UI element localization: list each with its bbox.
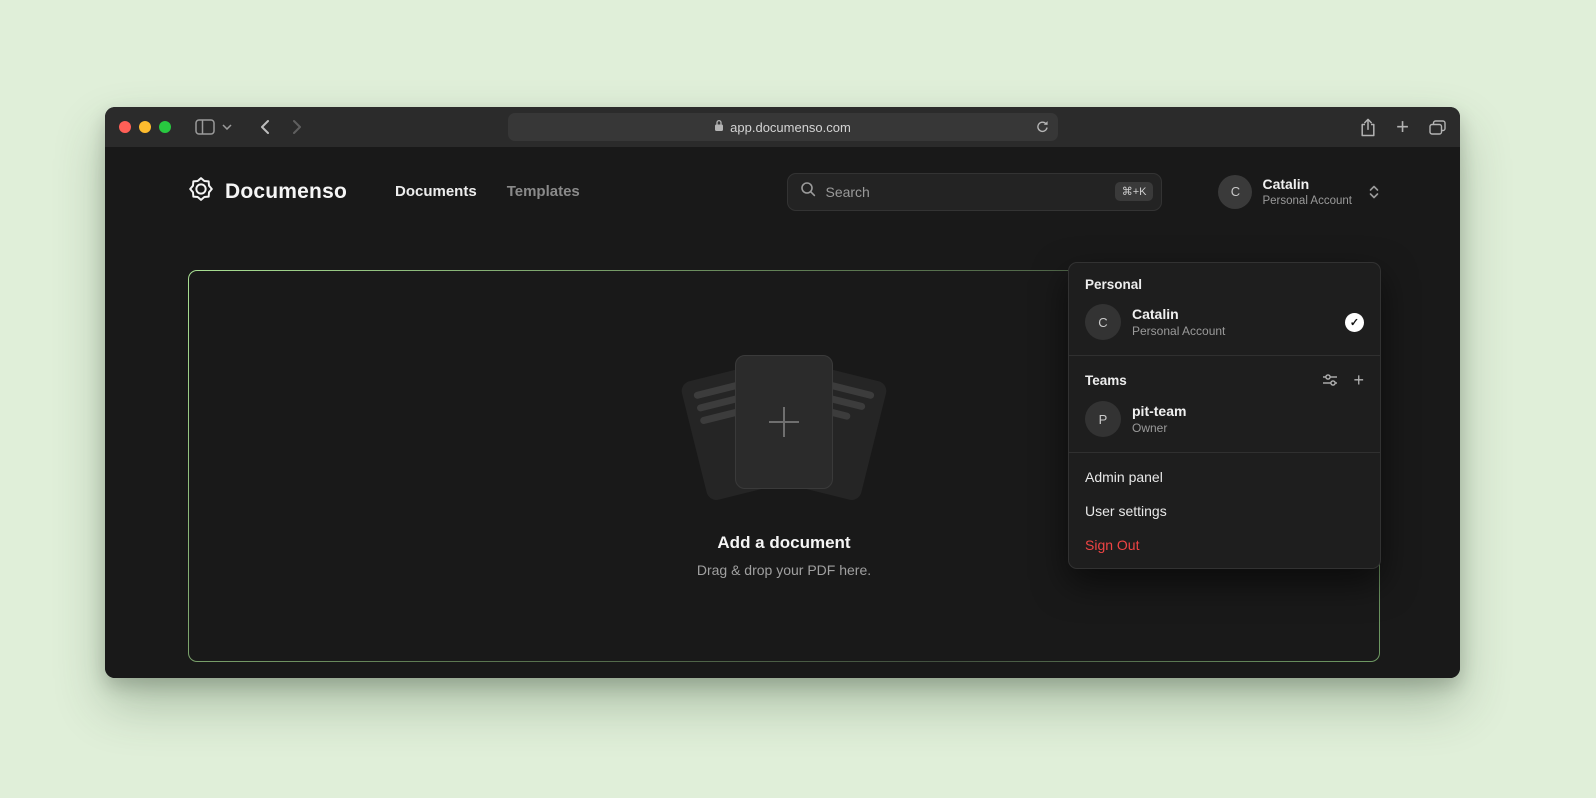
minimize-window-button[interactable] [139,121,151,133]
search-icon [800,181,816,202]
nav-templates[interactable]: Templates [507,183,580,200]
chevron-down-icon[interactable] [222,124,232,130]
zoom-window-button[interactable] [159,121,171,133]
lock-icon [714,119,724,135]
team-text: pit-team Owner [1132,403,1186,436]
documenso-app: Documenso Documents Templates ⌘+K C [105,147,1460,678]
forward-button[interactable] [292,119,302,135]
search-input[interactable] [825,184,1105,200]
team-name: pit-team [1132,403,1186,420]
add-team-icon[interactable]: + [1353,371,1364,389]
sidebar-toggle-icon[interactable] [195,119,215,135]
chevron-up-down-icon [1368,184,1380,200]
menu-item-admin-panel[interactable]: Admin panel [1069,460,1380,494]
search-bar: ⌘+K [787,173,1162,211]
documenso-logo[interactable]: Documenso [188,176,347,207]
menu-divider [1069,452,1380,453]
account-dropdown-menu: Personal C Catalin Personal Account ✓ Te… [1068,262,1381,569]
menu-item-sign-out[interactable]: Sign Out [1069,528,1380,562]
desktop-background: app.documenso.com + [0,0,1596,798]
plus-icon [769,407,799,437]
nav-documents[interactable]: Documents [395,183,477,200]
app-header: Documenso Documents Templates ⌘+K C [188,147,1380,236]
document-card-add [735,355,833,489]
close-window-button[interactable] [119,121,131,133]
check-icon: ✓ [1345,313,1364,332]
team-avatar: P [1085,401,1121,437]
tab-overview-icon[interactable] [1429,120,1446,135]
account-text: Catalin Personal Account [1262,176,1352,207]
avatar: C [1218,175,1252,209]
menu-divider [1069,355,1380,356]
refresh-icon[interactable] [1036,121,1049,134]
personal-account-text: Catalin Personal Account [1132,306,1225,339]
personal-account-name: Catalin [1132,306,1225,323]
browser-window: app.documenso.com + [105,107,1460,678]
main-nav: Documents Templates [395,183,580,200]
personal-section-label: Personal [1069,267,1380,296]
brand-name: Documenso [225,180,347,204]
share-icon[interactable] [1360,118,1376,137]
teams-section-label: Teams [1085,373,1127,388]
window-controls [119,121,171,133]
teams-actions: + [1322,371,1364,389]
browser-titlebar: app.documenso.com + [105,107,1460,147]
search-shortcut-badge: ⌘+K [1115,182,1154,201]
account-name: Catalin [1262,176,1352,193]
team-item[interactable]: P pit-team Owner [1069,393,1380,445]
manage-teams-icon[interactable] [1322,373,1338,387]
address-bar[interactable]: app.documenso.com [508,113,1058,141]
document-cards-illustration [679,355,889,507]
documenso-logo-icon [188,176,214,207]
back-button[interactable] [260,119,270,135]
dropzone-subtitle: Drag & drop your PDF here. [697,562,871,578]
menu-item-user-settings[interactable]: User settings [1069,494,1380,528]
url-text: app.documenso.com [730,120,851,135]
avatar: C [1085,304,1121,340]
new-tab-icon[interactable]: + [1396,116,1409,138]
personal-account-subtitle: Personal Account [1132,324,1225,338]
account-menu-button[interactable]: C Catalin Personal Account [1218,175,1380,209]
account-subtitle: Personal Account [1262,195,1352,207]
dropzone-title: Add a document [717,533,850,553]
titlebar-right-actions: + [1360,107,1446,147]
team-role: Owner [1132,421,1186,435]
personal-account-item[interactable]: C Catalin Personal Account ✓ [1069,296,1380,348]
teams-section-header: Teams + [1069,363,1380,393]
